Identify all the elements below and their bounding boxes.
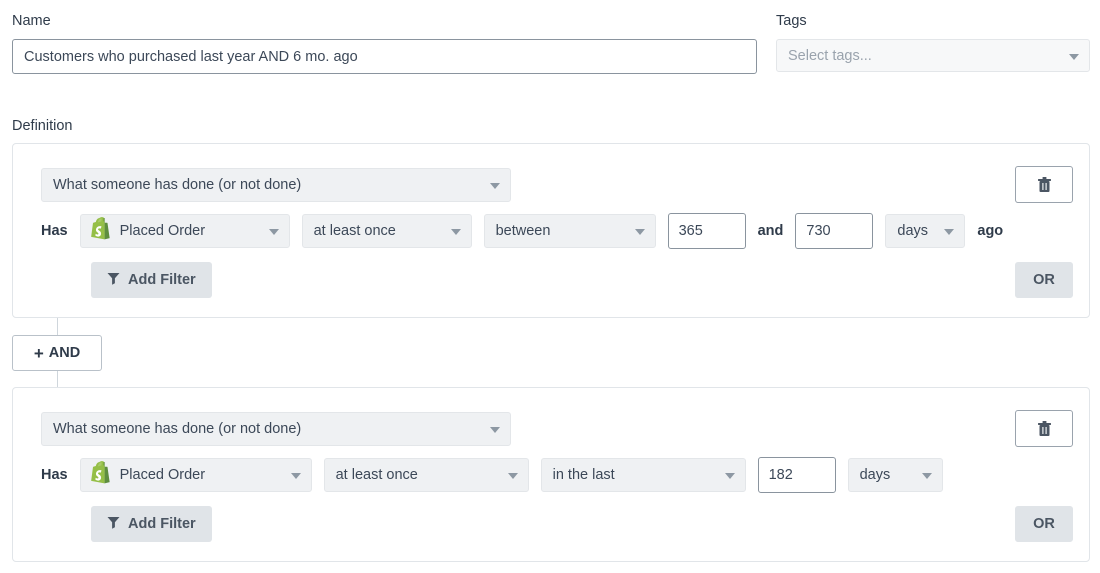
form-header-row: Name Tags Select tags... [0,0,1100,100]
funnel-icon [107,516,120,533]
condition-type-value: What someone has done (or not done) [53,421,301,437]
condition-row: Has Placed Order at least once [41,214,1015,248]
chevron-down-icon [508,473,518,479]
tags-label: Tags [776,13,1090,29]
unit-select[interactable]: days [885,214,965,248]
has-label: Has [41,223,68,239]
chevron-down-icon [635,229,645,235]
delete-condition-button[interactable] [1015,410,1073,447]
tags-select[interactable]: Select tags... [776,39,1090,72]
shopify-icon [89,461,111,489]
timeframe-select[interactable]: in the last [541,458,746,492]
unit-value: days [860,467,891,483]
name-input[interactable] [12,39,757,74]
name-label: Name [12,13,757,29]
chevron-down-icon [451,229,461,235]
and-label: AND [49,345,80,361]
timeframe-value: in the last [553,467,615,483]
value-to-input[interactable] [795,213,873,249]
tags-field-group: Tags Select tags... [776,13,1090,72]
metric-value: Placed Order [120,467,205,483]
or-button[interactable]: OR [1015,262,1073,298]
chevron-down-icon [922,473,932,479]
condition-row: Has Placed Order at least once [41,458,955,492]
or-label: OR [1033,516,1055,532]
frequency-select[interactable]: at least once [324,458,529,492]
name-field-group: Name [12,13,757,74]
suffix-word: ago [977,223,1003,239]
frequency-value: at least once [314,223,396,239]
tags-placeholder: Select tags... [788,48,872,64]
chevron-down-icon [944,229,954,235]
trash-icon [1038,177,1051,193]
has-label: Has [41,467,68,483]
condition-type-select[interactable]: What someone has done (or not done) [41,412,511,446]
add-filter-button[interactable]: Add Filter [91,262,212,298]
add-filter-button[interactable]: Add Filter [91,506,212,542]
trash-icon [1038,421,1051,437]
chevron-down-icon [291,473,301,479]
and-word: and [758,223,784,239]
value-from-input[interactable] [668,213,746,249]
condition-card: What someone has done (or not done) Has [12,143,1090,318]
definition-label: Definition [12,118,72,134]
timeframe-value: between [496,223,551,239]
condition-card: What someone has done (or not done) Has [12,387,1090,562]
chevron-down-icon [1069,54,1079,60]
or-label: OR [1033,272,1055,288]
value-from-input[interactable] [758,457,836,493]
plus-icon: + [34,345,44,362]
chevron-down-icon [490,427,500,433]
unit-value: days [897,223,928,239]
metric-value: Placed Order [120,223,205,239]
timeframe-select[interactable]: between [484,214,656,248]
chevron-down-icon [490,183,500,189]
chevron-down-icon [725,473,735,479]
shopify-icon [89,217,111,245]
delete-condition-button[interactable] [1015,166,1073,203]
unit-select[interactable]: days [848,458,943,492]
frequency-select[interactable]: at least once [302,214,472,248]
funnel-icon [107,272,120,289]
add-filter-label: Add Filter [128,272,196,288]
add-and-group-button[interactable]: + AND [12,335,102,371]
metric-select[interactable]: Placed Order [80,214,290,248]
add-filter-label: Add Filter [128,516,196,532]
condition-type-select[interactable]: What someone has done (or not done) [41,168,511,202]
metric-select[interactable]: Placed Order [80,458,312,492]
segment-builder-page: Name Tags Select tags... Definition What… [0,0,1100,573]
or-button[interactable]: OR [1015,506,1073,542]
chevron-down-icon [269,229,279,235]
condition-type-value: What someone has done (or not done) [53,177,301,193]
frequency-value: at least once [336,467,418,483]
